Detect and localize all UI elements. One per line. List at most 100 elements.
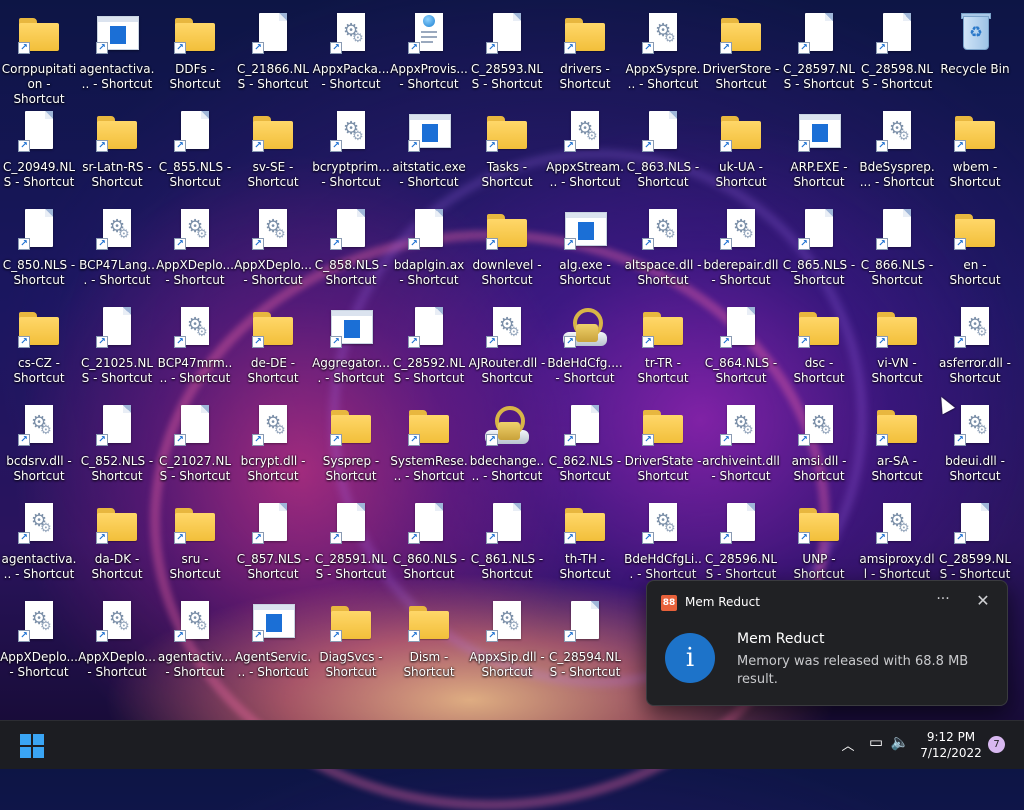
desktop-icon[interactable]: ♻ Recycle Bin: [936, 4, 1014, 100]
desktop-icon[interactable]: ↗ Sysprep - Shortcut: [312, 396, 390, 492]
desktop-icon[interactable]: ↗ dsc - Shortcut: [780, 298, 858, 394]
desktop-icon[interactable]: ⚙ ⚙ ↗ AppXDeplo... - Shortcut: [78, 592, 156, 688]
desktop-icon[interactable]: ↗ AgentServic... - Shortcut: [234, 592, 312, 688]
desktop-icon[interactable]: ↗ C_855.NLS - Shortcut: [156, 102, 234, 198]
desktop-icon[interactable]: ⚙ ⚙ ↗ AppXDeplo... - Shortcut: [0, 592, 78, 688]
desktop-icon[interactable]: ⚙ ⚙ ↗ archiveint.dll - Shortcut: [702, 396, 780, 492]
desktop-icon[interactable]: ↗ th-TH - Shortcut: [546, 494, 624, 590]
desktop-icon[interactable]: ↗ ar-SA - Shortcut: [858, 396, 936, 492]
desktop-icon[interactable]: ⚙ ⚙ ↗ AJRouter.dll - Shortcut: [468, 298, 546, 394]
desktop-icon[interactable]: ⚙ ⚙ ↗ AppXDeplo... - Shortcut: [234, 200, 312, 296]
desktop-icon[interactable]: ↗ C_20949.NLS - Shortcut: [0, 102, 78, 198]
desktop-icon[interactable]: ↗ C_21027.NLS - Shortcut: [156, 396, 234, 492]
desktop-icon[interactable]: ⚙ ⚙ ↗ BdeHdCfgLi... - Shortcut: [624, 494, 702, 590]
desktop-icon[interactable]: ⚙ ⚙ ↗ bcdsrv.dll - Shortcut: [0, 396, 78, 492]
desktop-icon[interactable]: ↗ C_863.NLS - Shortcut: [624, 102, 702, 198]
shortcut-arrow-icon: ↗: [174, 140, 186, 152]
shortcut-arrow-icon: ↗: [876, 434, 888, 446]
desktop-icon[interactable]: ↗ downlevel - Shortcut: [468, 200, 546, 296]
desktop-icon-label: C_860.NLS - Shortcut: [392, 552, 466, 581]
desktop-icon[interactable]: ↗ DriverState - Shortcut: [624, 396, 702, 492]
network-icon[interactable]: ▭: [866, 733, 886, 751]
desktop-icon[interactable]: ↗ C_852.NLS - Shortcut: [78, 396, 156, 492]
more-options-icon[interactable]: ···: [933, 591, 953, 607]
desktop-icon[interactable]: ⚙ ⚙ ↗ BCP47Lang... - Shortcut: [78, 200, 156, 296]
desktop-icon[interactable]: ⚙ ⚙ ↗ amsi.dll - Shortcut: [780, 396, 858, 492]
dll-gear-icon: ⚙ ⚙ ↗: [249, 402, 297, 450]
desktop-icon[interactable]: ↗ wbem - Shortcut: [936, 102, 1014, 198]
desktop-icon[interactable]: ⚙ ⚙ ↗ agentactiva... - Shortcut: [0, 494, 78, 590]
start-button[interactable]: [20, 734, 44, 758]
desktop-icon[interactable]: ⚙ ⚙ ↗ AppxSyspre... - Shortcut: [624, 4, 702, 100]
dll-gear-icon: ⚙ ⚙ ↗: [171, 598, 219, 646]
desktop-icon[interactable]: ↗ C_866.NLS - Shortcut: [858, 200, 936, 296]
desktop-icon[interactable]: ↗ Dism - Shortcut: [390, 592, 468, 688]
desktop-icon[interactable]: ↗ Corppupitation - Shortcut: [0, 4, 78, 106]
desktop-icon[interactable]: ↗ BdeHdCfg.... - Shortcut: [546, 298, 624, 394]
notification-count-badge[interactable]: 7: [988, 736, 1005, 753]
desktop-icon[interactable]: ↗ C_28596.NLS - Shortcut: [702, 494, 780, 590]
desktop-icon[interactable]: ↗ C_28598.NLS - Shortcut: [858, 4, 936, 100]
desktop-icon[interactable]: ⚙ ⚙ ↗ bcrypt.dll - Shortcut: [234, 396, 312, 492]
desktop-icon[interactable]: ↗ C_858.NLS - Shortcut: [312, 200, 390, 296]
desktop-icon[interactable]: ↗ bdechange.... - Shortcut: [468, 396, 546, 492]
desktop-icon[interactable]: ↗ AppxProvis... - Shortcut: [390, 4, 468, 100]
desktop-icon[interactable]: ↗ C_21025.NLS - Shortcut: [78, 298, 156, 394]
desktop-icon[interactable]: ⚙ ⚙ ↗ asferror.dll - Shortcut: [936, 298, 1014, 394]
desktop-icon[interactable]: ↗ C_864.NLS - Shortcut: [702, 298, 780, 394]
show-hidden-icons-chevron-icon[interactable]: ︿: [840, 735, 856, 754]
desktop-icon[interactable]: ↗ Aggregator.... - Shortcut: [312, 298, 390, 394]
shortcut-arrow-icon: ↗: [330, 434, 342, 446]
desktop-icon[interactable]: ↗ C_862.NLS - Shortcut: [546, 396, 624, 492]
desktop-icon[interactable]: ↗ ARP.EXE - Shortcut: [780, 102, 858, 198]
desktop-icon[interactable]: ↗ aitstatic.exe - Shortcut: [390, 102, 468, 198]
desktop-icon[interactable]: ↗ C_28591.NLS - Shortcut: [312, 494, 390, 590]
desktop-icon[interactable]: ⚙ ⚙ ↗ bderepair.dll - Shortcut: [702, 200, 780, 296]
desktop-icon[interactable]: ↗ DDFs - Shortcut: [156, 4, 234, 100]
desktop-icon[interactable]: ↗ C_865.NLS - Shortcut: [780, 200, 858, 296]
desktop-icon[interactable]: ↗ UNP - Shortcut: [780, 494, 858, 590]
desktop-icon[interactable]: ↗ Tasks - Shortcut: [468, 102, 546, 198]
desktop-icon[interactable]: ↗ vi-VN - Shortcut: [858, 298, 936, 394]
desktop-icon[interactable]: ⚙ ⚙ ↗ BCP47mrm.... - Shortcut: [156, 298, 234, 394]
desktop-icon[interactable]: ↗ C_861.NLS - Shortcut: [468, 494, 546, 590]
desktop-icon[interactable]: ↗ C_860.NLS - Shortcut: [390, 494, 468, 590]
desktop-icon[interactable]: ↗ DriverStore - Shortcut: [702, 4, 780, 100]
desktop-icon[interactable]: ↗ da-DK - Shortcut: [78, 494, 156, 590]
desktop-icon[interactable]: ↗ DiagSvcs - Shortcut: [312, 592, 390, 688]
desktop-icon[interactable]: ↗ bdaplgin.ax - Shortcut: [390, 200, 468, 296]
desktop-icon[interactable]: ↗ alg.exe - Shortcut: [546, 200, 624, 296]
desktop-icon[interactable]: ↗ cs-CZ - Shortcut: [0, 298, 78, 394]
desktop-icon[interactable]: ↗ C_28593.NLS - Shortcut: [468, 4, 546, 100]
desktop-icon[interactable]: ↗ C_28597.NLS - Shortcut: [780, 4, 858, 100]
desktop-icon[interactable]: ↗ C_28599.NLS - Shortcut: [936, 494, 1014, 590]
desktop-icon[interactable]: ⚙ ⚙ ↗ AppxStream... - Shortcut: [546, 102, 624, 198]
notification-toast[interactable]: 88 Mem Reduct ··· ✕ i Mem Reduct Memory …: [646, 580, 1008, 706]
desktop-icon[interactable]: ⚙ ⚙ ↗ BdeSysprep.... - Shortcut: [858, 102, 936, 198]
desktop-icon[interactable]: ↗ sru - Shortcut: [156, 494, 234, 590]
desktop-icon[interactable]: ⚙ ⚙ ↗ AppxPacka... - Shortcut: [312, 4, 390, 100]
taskbar-clock[interactable]: 9:12 PM 7/12/2022: [916, 729, 986, 761]
desktop-icon[interactable]: ⚙ ⚙ ↗ amsiproxy.dll - Shortcut: [858, 494, 936, 590]
close-icon[interactable]: ✕: [973, 591, 993, 610]
desktop-icon[interactable]: ↗ agentactiva... - Shortcut: [78, 4, 156, 100]
desktop-icon[interactable]: ↗ sr-Latn-RS - Shortcut: [78, 102, 156, 198]
desktop-icon[interactable]: ↗ C_21866.NLS - Shortcut: [234, 4, 312, 100]
desktop-icon[interactable]: ↗ tr-TR - Shortcut: [624, 298, 702, 394]
desktop-icon[interactable]: ↗ sv-SE - Shortcut: [234, 102, 312, 198]
desktop-icon[interactable]: ⚙ ⚙ ↗ AppxSip.dll - Shortcut: [468, 592, 546, 688]
desktop-icon[interactable]: ↗ uk-UA - Shortcut: [702, 102, 780, 198]
desktop-icon[interactable]: ↗ drivers - Shortcut: [546, 4, 624, 100]
desktop-icon[interactable]: ⚙ ⚙ ↗ bcryptprim... - Shortcut: [312, 102, 390, 198]
desktop-icon[interactable]: ↗ C_28594.NLS - Shortcut: [546, 592, 624, 688]
desktop-icon[interactable]: ⚙ ⚙ ↗ agentactiv... - Shortcut: [156, 592, 234, 688]
volume-icon[interactable]: 🔈: [890, 733, 910, 751]
desktop-icon[interactable]: ↗ SystemRese... - Shortcut: [390, 396, 468, 492]
desktop-icon[interactable]: ↗ C_28592.NLS - Shortcut: [390, 298, 468, 394]
desktop-icon[interactable]: ↗ C_850.NLS - Shortcut: [0, 200, 78, 296]
desktop-icon[interactable]: ⚙ ⚙ ↗ AppXDeplo... - Shortcut: [156, 200, 234, 296]
desktop-icon[interactable]: ⚙ ⚙ ↗ altspace.dll - Shortcut: [624, 200, 702, 296]
desktop-icon[interactable]: ↗ de-DE - Shortcut: [234, 298, 312, 394]
desktop-icon[interactable]: ↗ C_857.NLS - Shortcut: [234, 494, 312, 590]
desktop-icon[interactable]: ↗ en - Shortcut: [936, 200, 1014, 296]
